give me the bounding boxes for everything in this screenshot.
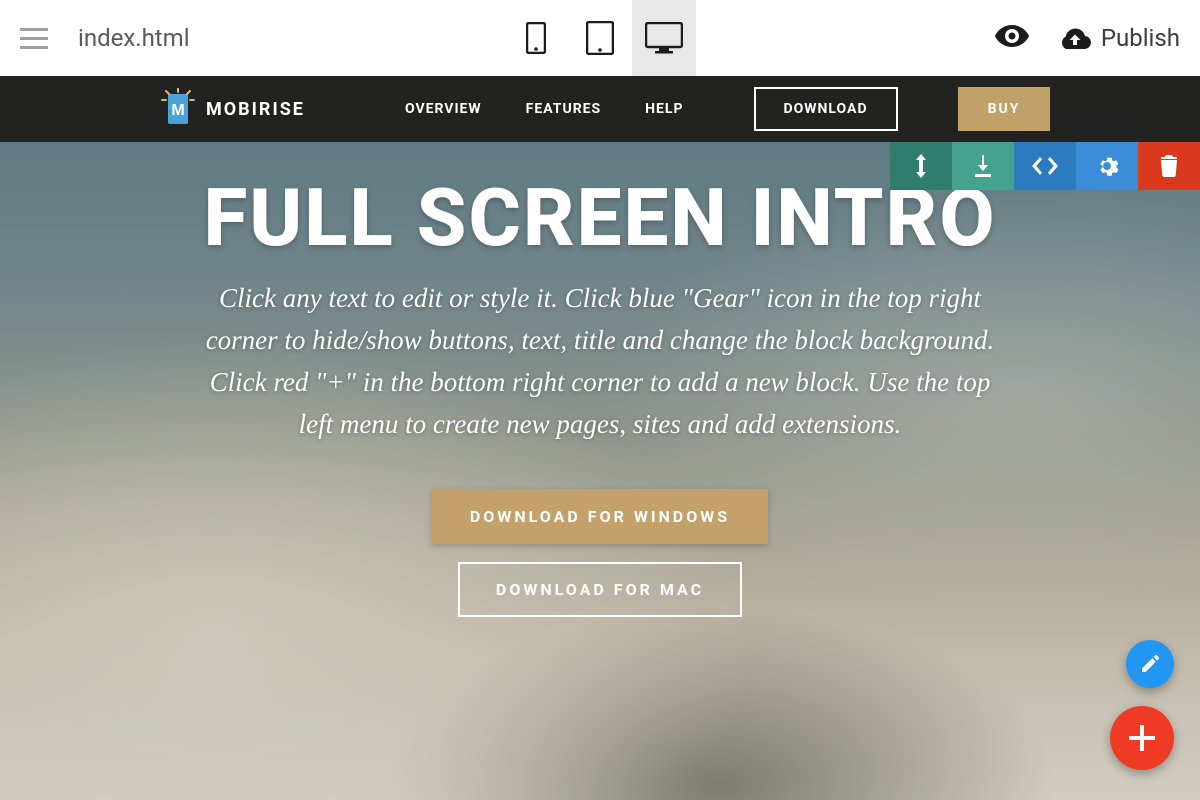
fab-edit-button[interactable] [1126,640,1174,688]
tablet-icon [586,21,614,55]
site-navbar: M MOBIRISE OVERVIEW FEATURES HELP DOWNLO… [0,76,1200,142]
device-switcher [504,0,696,76]
block-move-button[interactable] [890,142,952,190]
filename-label: index.html [78,24,190,52]
mobirise-icon: M [160,88,196,130]
fab-add-block-button[interactable] [1110,706,1174,770]
brand-name: MOBIRISE [206,99,305,120]
app-bar: index.html Publish [0,0,1200,76]
app-bar-right: Publish [995,24,1180,52]
cloud-upload-icon [1059,27,1091,49]
nav-link-help[interactable]: HELP [645,101,683,117]
download-icon [973,155,993,177]
svg-text:M: M [171,102,184,119]
pencil-icon [1140,654,1160,674]
nav-download-button[interactable]: DOWNLOAD [754,87,898,131]
desktop-icon [645,22,683,54]
publish-label: Publish [1101,24,1180,52]
device-phone-button[interactable] [504,0,568,76]
plus-icon [1129,725,1155,751]
brand-logo[interactable]: M MOBIRISE [160,88,305,130]
hero-block: FULL SCREEN INTRO Click any text to edit… [0,142,1200,800]
nav-link-features[interactable]: FEATURES [526,101,602,117]
smartphone-icon [526,22,546,54]
nav-buy-button[interactable]: BUY [958,87,1051,131]
publish-button[interactable]: Publish [1059,24,1180,52]
hero-subtitle[interactable]: Click any text to edit or style it. Clic… [200,278,1000,445]
block-delete-button[interactable] [1138,142,1200,190]
code-icon [1032,157,1058,175]
hero-buttons: DOWNLOAD FOR WINDOWS DOWNLOAD FOR MAC [0,489,1200,617]
nav-link-overview[interactable]: OVERVIEW [405,101,482,117]
trash-icon [1160,155,1178,177]
eye-icon [995,25,1029,47]
device-tablet-button[interactable] [568,0,632,76]
preview-button[interactable] [995,25,1029,51]
hamburger-menu-icon[interactable] [20,28,48,49]
gear-icon [1096,155,1118,177]
cta-download-mac-button[interactable]: DOWNLOAD FOR MAC [458,562,742,617]
block-toolbar [890,142,1200,190]
move-vertical-icon [911,154,931,178]
cta-download-windows-button[interactable]: DOWNLOAD FOR WINDOWS [432,489,768,544]
device-desktop-button[interactable] [632,0,696,76]
block-code-button[interactable] [1014,142,1076,190]
block-download-button[interactable] [952,142,1014,190]
block-settings-button[interactable] [1076,142,1138,190]
nav-links: OVERVIEW FEATURES HELP [405,101,684,117]
